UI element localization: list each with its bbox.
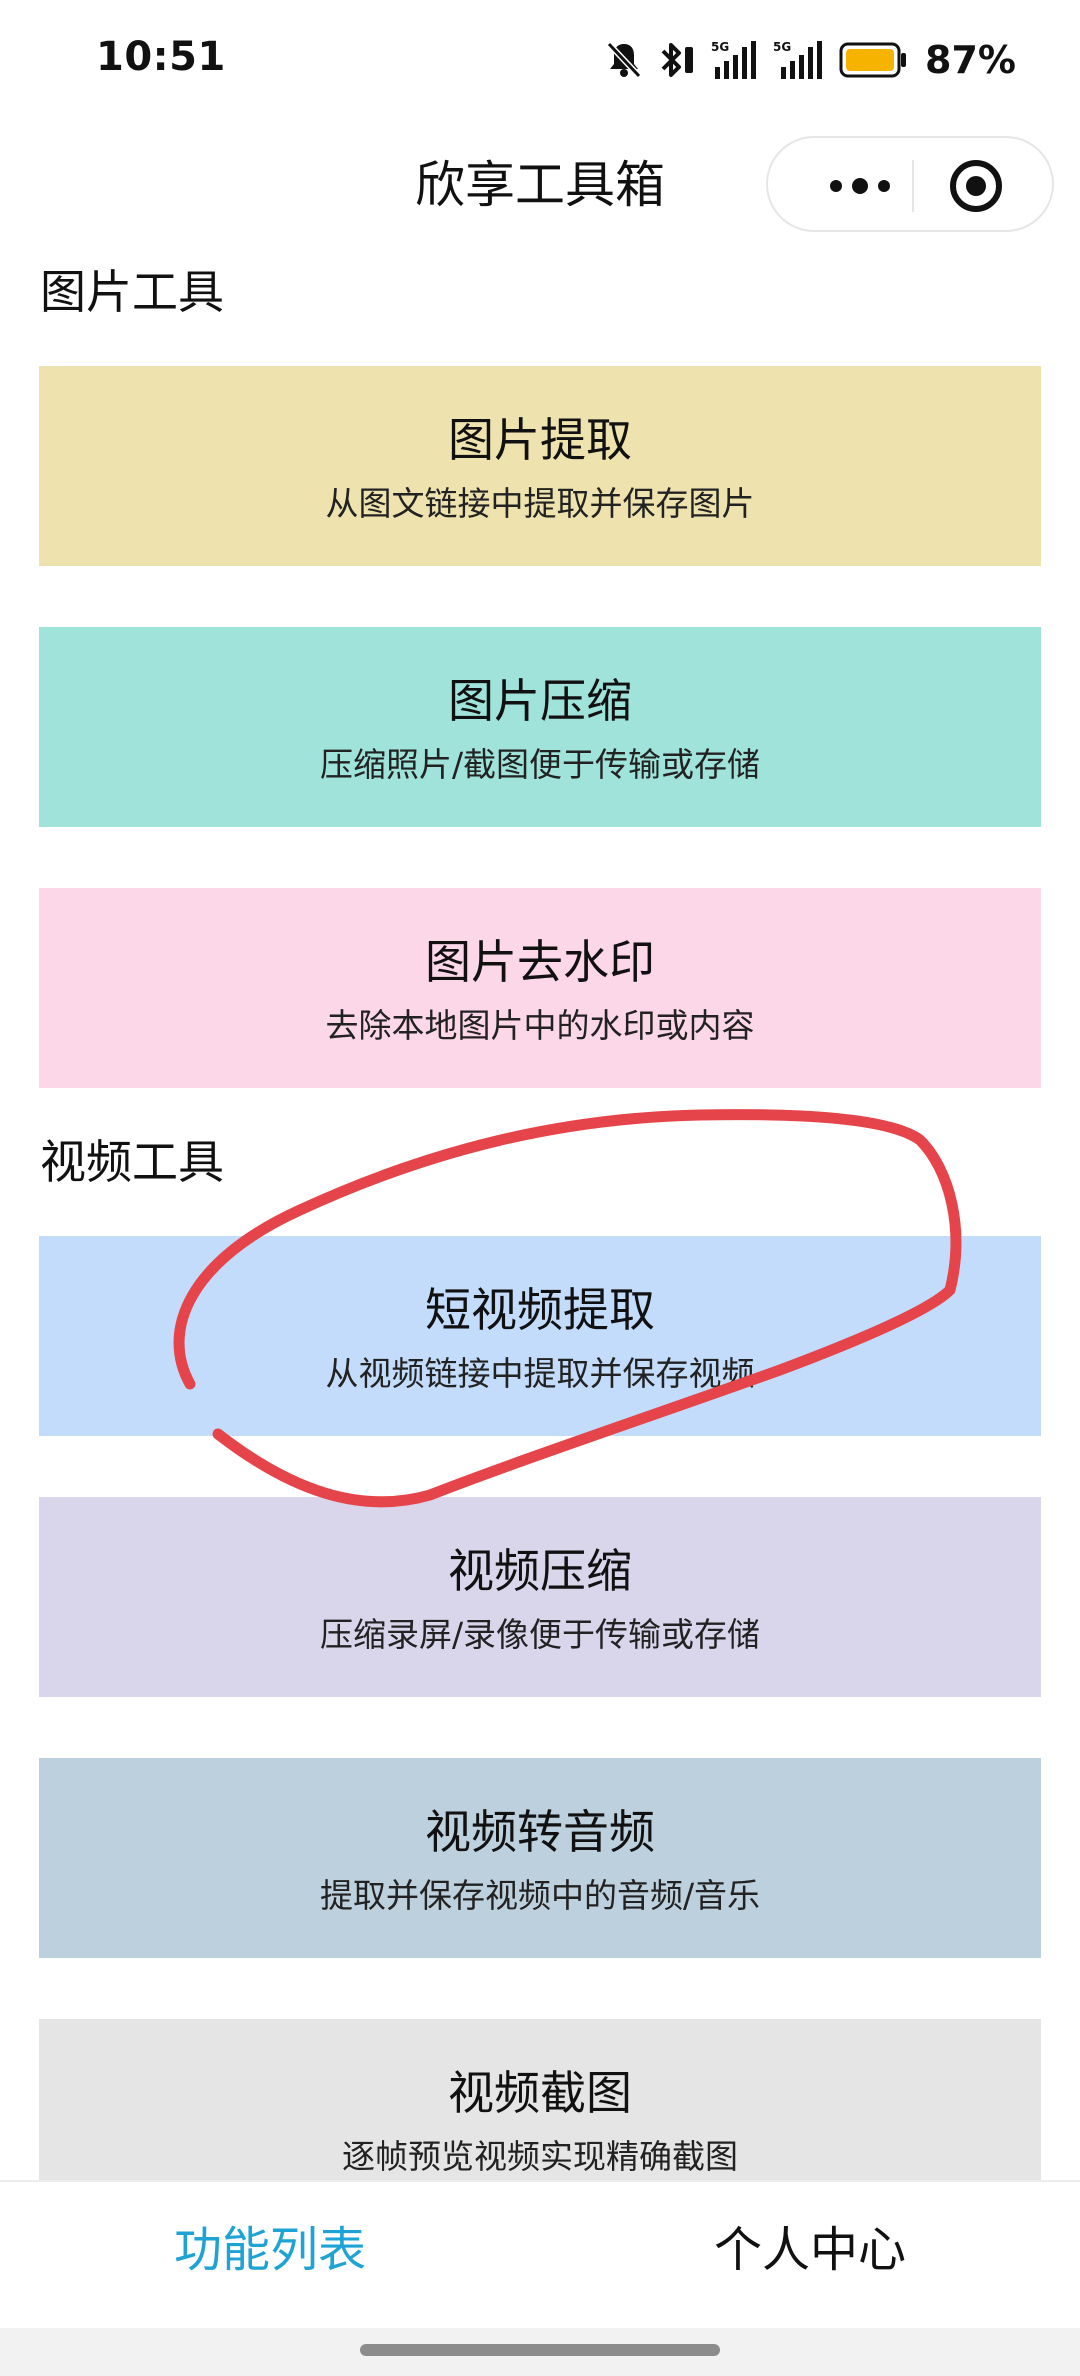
battery-icon: [839, 42, 907, 78]
status-time: 10:51: [96, 34, 226, 80]
mini-program-capsule: [766, 136, 1054, 232]
signal-label: 5G: [711, 40, 729, 54]
bluetooth-icon: [657, 39, 697, 81]
home-indicator[interactable]: [360, 2344, 720, 2356]
card-video-to-audio[interactable]: 视频转音频 提取并保存视频中的音频/音乐: [39, 1758, 1041, 1958]
card-description: 从视频链接中提取并保存视频: [325, 1354, 755, 1393]
card-description: 去除本地图片中的水印或内容: [325, 1006, 755, 1045]
status-icons: 5G 5G 87%: [605, 36, 1016, 84]
section-title-image-tools: 图片工具: [40, 265, 224, 319]
card-description: 从图文链接中提取并保存图片: [325, 484, 755, 523]
capsule-divider: [912, 160, 914, 212]
status-bar: 10:51 5G 5G 87%: [0, 0, 1080, 120]
card-description: 提取并保存视频中的音频/音乐: [319, 1876, 761, 1915]
card-description: 逐帧预览视频实现精确截图: [342, 2137, 738, 2176]
card-title: 短视频提取: [425, 1283, 655, 1337]
card-title: 图片去水印: [425, 935, 655, 989]
bottom-tab-bar: 功能列表 个人中心: [0, 2180, 1080, 2328]
signal-5g-icon: 5G: [773, 39, 825, 81]
tab-personal-center[interactable]: 个人中心: [540, 2218, 1080, 2282]
card-title: 视频截图: [448, 2066, 632, 2120]
signal-label: 5G: [773, 40, 791, 54]
card-title: 视频转音频: [425, 1805, 655, 1859]
card-image-watermark-removal[interactable]: 图片去水印 去除本地图片中的水印或内容: [39, 888, 1041, 1088]
card-title: 视频压缩: [448, 1544, 632, 1598]
card-short-video-extract[interactable]: 短视频提取 从视频链接中提取并保存视频: [39, 1236, 1041, 1436]
card-image-compress[interactable]: 图片压缩 压缩照片/截图便于传输或存储: [39, 627, 1041, 827]
target-icon[interactable]: [948, 158, 1004, 214]
card-image-extract[interactable]: 图片提取 从图文链接中提取并保存图片: [39, 366, 1041, 566]
battery-percent: 87%: [925, 38, 1016, 82]
card-description: 压缩照片/截图便于传输或存储: [319, 745, 761, 784]
section-title-video-tools: 视频工具: [40, 1135, 224, 1189]
mute-bell-icon: [605, 40, 643, 80]
more-dots-icon[interactable]: [808, 166, 912, 206]
signal-5g-icon: 5G: [711, 39, 759, 81]
card-title: 图片压缩: [448, 674, 632, 728]
card-video-compress[interactable]: 视频压缩 压缩录屏/录像便于传输或存储: [39, 1497, 1041, 1697]
card-description: 压缩录屏/录像便于传输或存储: [319, 1615, 761, 1654]
card-title: 图片提取: [448, 413, 632, 467]
app-screen: 10:51 5G 5G 87% 欣享工具箱 图片工具 图片提取 从图文链接中提取…: [0, 0, 1080, 2376]
tab-function-list[interactable]: 功能列表: [0, 2218, 540, 2282]
